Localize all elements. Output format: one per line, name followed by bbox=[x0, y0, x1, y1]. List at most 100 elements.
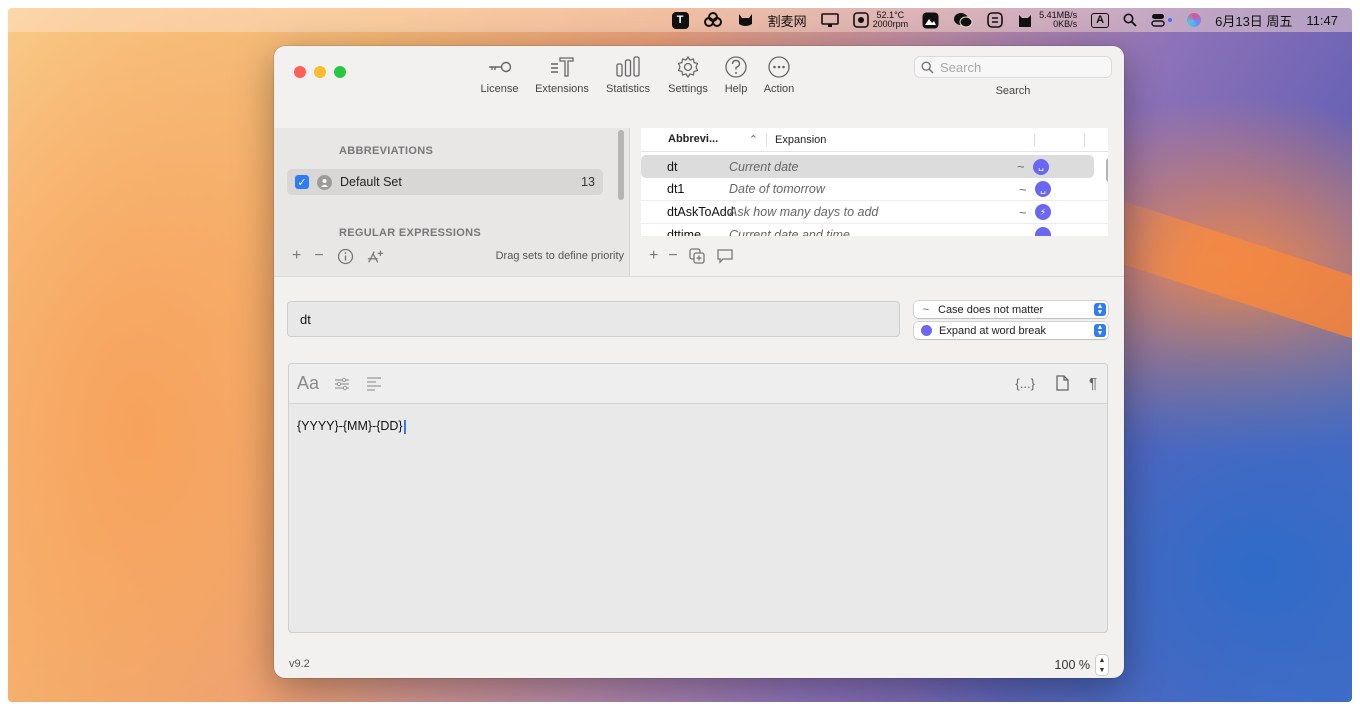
input-method-menu[interactable]: A bbox=[1091, 8, 1110, 32]
column-header-options[interactable] bbox=[1035, 132, 1085, 147]
cat-menu-icon[interactable] bbox=[737, 8, 754, 32]
info-button[interactable] bbox=[337, 248, 354, 265]
expand-popup[interactable]: Expand at word break ▲ ▼ bbox=[914, 322, 1108, 339]
comment-button[interactable] bbox=[716, 247, 734, 265]
add-set-button[interactable]: + bbox=[292, 247, 301, 265]
license-button[interactable]: License bbox=[472, 54, 527, 95]
set-enabled-checkbox[interactable]: ✓ bbox=[295, 175, 309, 189]
version-label: v9.2 bbox=[289, 658, 310, 670]
spotlight-icon[interactable] bbox=[1123, 8, 1137, 32]
abbreviations-header: ABBREVIATIONS bbox=[339, 145, 434, 157]
typora-menu-icon[interactable]: T bbox=[671, 8, 689, 32]
settings-button[interactable]: Settings bbox=[659, 54, 717, 95]
tilde-icon: ~ bbox=[922, 303, 930, 316]
menubar-date[interactable]: 6月13日 周五 bbox=[1215, 8, 1292, 32]
link-menu-icon[interactable] bbox=[703, 8, 723, 32]
sets-panel: ABBREVIATIONS ✓ Default Set 13 REGULAR E… bbox=[274, 128, 630, 276]
statistics-button[interactable]: Statistics bbox=[597, 54, 659, 95]
search-area: Search bbox=[914, 56, 1112, 97]
control-center-icon[interactable] bbox=[1151, 8, 1173, 32]
table-row[interactable]: dttime Current date and time ␣ bbox=[641, 224, 1108, 236]
expansion-editor: Aa {...} ¶ {YYYY}-{MM}-{DD} bbox=[288, 363, 1108, 633]
space-icon: ␣ bbox=[1033, 158, 1049, 175]
typinator-window: License Extensions Statistics Settings H… bbox=[274, 46, 1124, 678]
case-tilde-icon: ~ bbox=[1019, 181, 1027, 197]
search-input[interactable] bbox=[940, 59, 1100, 75]
zoom-stepper[interactable]: ▲ ▼ bbox=[1096, 655, 1108, 675]
row-expansion: Current date bbox=[729, 159, 799, 174]
ellipsis-icon bbox=[768, 56, 790, 78]
table-header: Abbrevi... ⌃ Expansion bbox=[641, 128, 1108, 152]
column-header-expansion[interactable]: Expansion bbox=[767, 133, 1035, 146]
menubar-time[interactable]: 11:47 bbox=[1306, 8, 1338, 32]
sync-menu-icon[interactable] bbox=[987, 8, 1003, 32]
set-name: Default Set bbox=[340, 175, 402, 189]
expansion-text-area[interactable]: {YYYY}-{MM}-{DD} bbox=[289, 404, 1107, 449]
action-label: Action bbox=[763, 83, 795, 95]
expand-option-label: Expand at word break bbox=[939, 324, 1047, 337]
table-row[interactable]: dt Current date ~ ␣ bbox=[641, 155, 1094, 178]
add-abbreviation-button[interactable]: + bbox=[649, 247, 658, 265]
sliders-icon bbox=[335, 377, 350, 390]
wechat-menu-icon[interactable] bbox=[953, 8, 973, 32]
app-store-button[interactable] bbox=[367, 248, 384, 265]
abbreviation-input[interactable] bbox=[300, 311, 880, 327]
document-icon bbox=[1056, 375, 1069, 391]
bar-chart-icon bbox=[616, 56, 640, 77]
space-badge-icon bbox=[921, 325, 932, 336]
person-icon bbox=[317, 174, 332, 190]
align-button[interactable] bbox=[365, 375, 383, 393]
siri-icon[interactable] bbox=[1187, 8, 1202, 32]
set-count: 13 bbox=[581, 175, 595, 189]
duplicate-icon bbox=[689, 248, 705, 264]
extensions-label: Extensions bbox=[535, 83, 589, 95]
photo-menu-icon[interactable] bbox=[922, 8, 939, 32]
chevron-updown-icon: ▲ ▼ bbox=[1094, 303, 1106, 316]
extensions-icon bbox=[551, 57, 574, 77]
case-popup[interactable]: ~ Case does not matter ▲ ▼ bbox=[914, 301, 1108, 318]
key-icon bbox=[488, 61, 511, 73]
window-controls bbox=[294, 66, 346, 78]
column-header-abbreviation[interactable]: Abbrevi... ⌃ bbox=[641, 133, 767, 146]
document-button[interactable] bbox=[1053, 374, 1071, 392]
case-tilde-icon: ~ bbox=[1017, 159, 1025, 174]
remove-abbreviation-button[interactable]: − bbox=[668, 247, 677, 265]
duplicate-button[interactable] bbox=[688, 247, 706, 265]
row-expansion: Date of tomorrow bbox=[729, 182, 825, 196]
zoom-button[interactable] bbox=[334, 66, 346, 78]
display-menu-icon[interactable] bbox=[820, 8, 839, 32]
sort-up-icon: ⌃ bbox=[748, 134, 758, 146]
editor-toolbar-right: {...} ¶ bbox=[997, 374, 1097, 392]
minimize-button[interactable] bbox=[314, 66, 326, 78]
network-cat-icon[interactable]: 5.41MB/s 0KB/s bbox=[1017, 8, 1077, 32]
close-button[interactable] bbox=[294, 66, 306, 78]
remove-set-button[interactable]: − bbox=[314, 247, 323, 265]
table-scrollbar[interactable] bbox=[1106, 158, 1108, 182]
table-row[interactable]: dt1 Date of tomorrow ~ ␣ bbox=[641, 178, 1108, 201]
table-row[interactable]: dtAskToAdd Ask how many days to add ~ ⚡ bbox=[641, 201, 1108, 224]
search-icon bbox=[921, 60, 934, 74]
font-button[interactable]: Aa bbox=[297, 373, 319, 394]
fan-menu-icon[interactable]: 52.1°C 2000rpm bbox=[852, 8, 908, 32]
format-sliders-button[interactable] bbox=[333, 375, 351, 393]
set-row-default[interactable]: ✓ Default Set 13 bbox=[287, 169, 603, 195]
row-abbreviation: dt bbox=[667, 159, 678, 174]
statistics-label: Statistics bbox=[605, 83, 650, 95]
license-label: License bbox=[480, 83, 519, 95]
action-button[interactable]: Action bbox=[755, 54, 803, 95]
site-menu-item[interactable]: 割麦网 bbox=[768, 8, 807, 32]
column-abbreviation-label: Abbrevi... bbox=[668, 133, 719, 145]
net-down-readout: 0KB/s bbox=[1053, 19, 1078, 29]
case-option-label: Case does not matter bbox=[938, 303, 1044, 316]
text-caret bbox=[403, 419, 406, 434]
pilcrow-icon[interactable]: ¶ bbox=[1089, 375, 1097, 392]
sets-scrollbar[interactable] bbox=[618, 130, 624, 200]
abbreviations-table: Abbrevi... ⌃ Expansion dt Current date ~… bbox=[641, 128, 1108, 236]
help-button[interactable]: Help bbox=[717, 54, 755, 95]
insert-placeholder-button[interactable]: {...} bbox=[1015, 376, 1035, 391]
zoom-control: 100 % ▲ ▼ bbox=[1055, 655, 1108, 675]
extensions-button[interactable]: Extensions bbox=[527, 54, 597, 95]
search-toolbar-label: Search bbox=[995, 85, 1031, 97]
speech-bubble-icon bbox=[717, 249, 733, 264]
expansion-text: {YYYY}-{MM}-{DD} bbox=[297, 419, 403, 433]
